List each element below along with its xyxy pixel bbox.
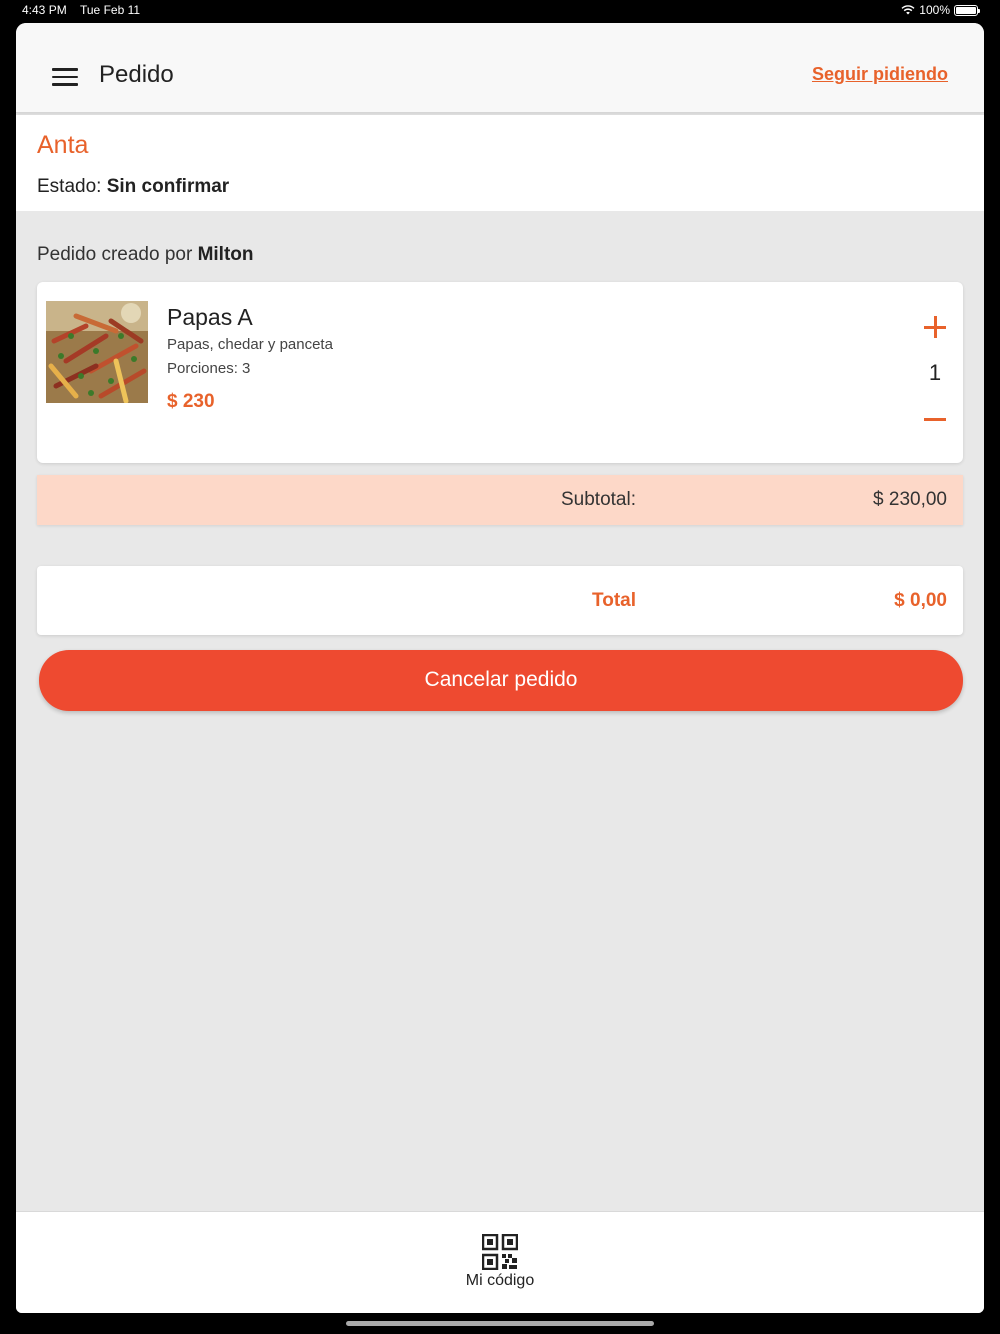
order-item-card: Papas A Papas, chedar y panceta Porcione… [37, 282, 963, 463]
store-info: Anta Estado: Sin confirmar [16, 115, 984, 211]
total-value: $ 0,00 [894, 590, 947, 611]
total-row: Total $ 0,00 [37, 566, 963, 635]
menu-icon[interactable] [52, 68, 78, 86]
bottom-navigation: Mi código [16, 1211, 984, 1313]
status-date: Tue Feb 11 [80, 3, 141, 17]
cancel-order-button[interactable]: Cancelar pedido [39, 650, 963, 711]
app-window: Pedido Seguir pidiendo Anta Estado: Sin … [16, 23, 984, 1313]
item-image [46, 301, 148, 403]
item-name: Papas A [167, 304, 253, 330]
order-status: Estado: Sin confirmar [37, 176, 229, 198]
continue-ordering-link[interactable]: Seguir pidiendo [812, 64, 948, 85]
item-price: $ 230 [167, 391, 215, 412]
status-bar: 4:43 PM Tue Feb 11 100% [0, 0, 1000, 22]
subtotal-label: Subtotal: [561, 489, 636, 510]
battery-percent: 100% [919, 3, 950, 17]
status-time: 4:43 PM [22, 3, 67, 17]
total-label: Total [592, 590, 636, 611]
decrease-quantity-icon[interactable] [924, 418, 946, 421]
order-creator: Pedido creado por Milton [37, 244, 254, 266]
created-by-label: Pedido creado por [37, 244, 193, 265]
item-quantity: 1 [928, 360, 942, 385]
status-indicators: 100% [901, 3, 980, 17]
my-code-label: Mi código [465, 1272, 535, 1289]
battery-icon [954, 4, 980, 16]
status-label: Estado: [37, 176, 102, 197]
subtotal-value: $ 230,00 [873, 489, 947, 510]
qr-code-icon [482, 1234, 518, 1270]
created-by-name: Milton [197, 244, 254, 265]
increase-quantity-icon[interactable] [924, 316, 946, 338]
subtotal-row: Subtotal: $ 230,00 [37, 475, 963, 525]
page-title: Pedido [99, 61, 174, 88]
app-header: Pedido Seguir pidiendo [16, 23, 984, 113]
store-name: Anta [37, 131, 89, 159]
home-indicator[interactable] [346, 1321, 654, 1326]
my-code-tab[interactable]: Mi código [450, 1234, 550, 1294]
item-portions: Porciones: 3 [167, 360, 251, 377]
wifi-icon [901, 5, 915, 15]
item-description: Papas, chedar y panceta [167, 336, 333, 353]
status-value: Sin confirmar [106, 176, 230, 197]
